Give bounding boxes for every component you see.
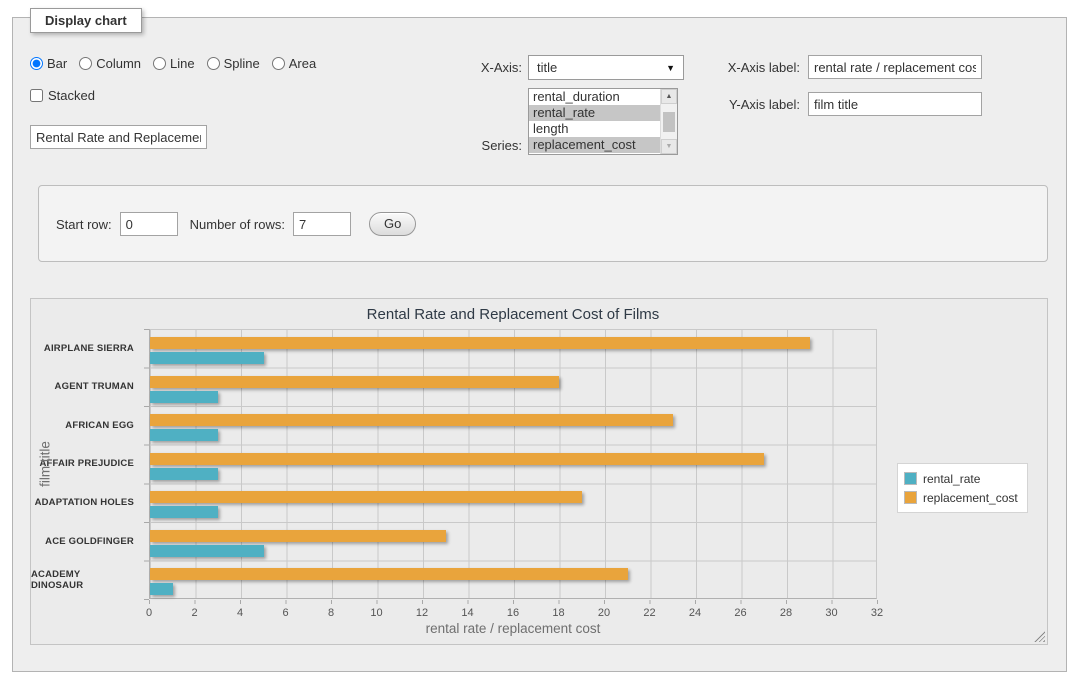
bar-replacement_cost-4[interactable]: [150, 491, 582, 503]
num-rows-label: Number of rows:: [190, 217, 285, 232]
rows-panel: Start row: Number of rows: Go: [38, 185, 1048, 262]
bar-replacement_cost-5[interactable]: [150, 530, 446, 542]
scrollbar-up-icon[interactable]: ▲: [661, 89, 677, 104]
x-tick-label-6: 6: [268, 607, 304, 619]
x-tick-label-28: 28: [768, 607, 804, 619]
series-options: rental_durationrental_ratelengthreplacem…: [529, 89, 660, 153]
bar-rental_rate-5[interactable]: [150, 545, 264, 557]
series-listbox[interactable]: rental_durationrental_ratelengthreplacem…: [528, 88, 678, 155]
rows-panel-inner: Start row: Number of rows: Go: [56, 212, 416, 236]
legend-swatch-replacement_cost: [904, 491, 917, 504]
legend-label-rental_rate: rental_rate: [923, 472, 980, 486]
x-tick-label-26: 26: [723, 607, 759, 619]
chart-container: Rental Rate and Replacement Cost of Film…: [30, 298, 1048, 645]
category-label-5: ACE GOLDFINGER: [31, 522, 142, 561]
radio-column[interactable]: [79, 57, 92, 70]
bar-rental_rate-2[interactable]: [150, 429, 218, 441]
category-label-1: AGENT TRUMAN: [31, 368, 142, 407]
legend-swatch-rental_rate: [904, 472, 917, 485]
chart-type-option-area: Area: [272, 56, 316, 71]
chart-type-option-column: Column: [79, 56, 141, 71]
x-tick-label-8: 8: [313, 607, 349, 619]
scrollbar-down-icon[interactable]: ▼: [661, 139, 677, 154]
bar-rental_rate-6[interactable]: [150, 583, 173, 595]
bar-replacement_cost-3[interactable]: [150, 453, 764, 465]
bar-replacement_cost-6[interactable]: [150, 568, 628, 580]
chevron-down-icon: ▼: [666, 63, 675, 73]
chart-type-option-spline: Spline: [207, 56, 260, 71]
x-tick-label-0: 0: [131, 607, 167, 619]
x-tick-label-16: 16: [495, 607, 531, 619]
radio-label-spline: Spline: [224, 56, 260, 71]
radio-spline[interactable]: [207, 57, 220, 70]
radio-label-line: Line: [170, 56, 195, 71]
x-tick-label-14: 14: [450, 607, 486, 619]
num-rows-input[interactable]: [293, 212, 351, 236]
x-tick-label-22: 22: [632, 607, 668, 619]
radio-label-bar: Bar: [47, 56, 67, 71]
category-label-4: ADAPTATION HOLES: [31, 483, 142, 522]
x-tick-label-18: 18: [541, 607, 577, 619]
x-tick-label-2: 2: [177, 607, 213, 619]
chart-type-option-bar: Bar: [30, 56, 67, 71]
radio-label-area: Area: [289, 56, 316, 71]
stacked-checkbox[interactable]: [30, 89, 43, 102]
x-axis-label-input[interactable]: [808, 55, 982, 79]
chart-title: Rental Rate and Replacement Cost of Film…: [149, 306, 877, 323]
chart-type-radiogroup: Bar Column Line Spline Area: [30, 56, 328, 71]
radio-area[interactable]: [272, 57, 285, 70]
category-label-2: AFRICAN EGG: [31, 406, 142, 445]
y-axis-title: film title: [38, 441, 53, 487]
app-root: Display chart Bar Column Line Spline Area St…: [0, 0, 1081, 681]
radio-bar[interactable]: [30, 57, 43, 70]
x-tick-label-4: 4: [222, 607, 258, 619]
start-row-label: Start row:: [56, 217, 112, 232]
y-axis-label-input[interactable]: [808, 92, 982, 116]
chart-title-input[interactable]: [30, 125, 207, 149]
series-option-rental_rate[interactable]: rental_rate: [529, 105, 660, 121]
legend-label-replacement_cost: replacement_cost: [923, 491, 1018, 505]
chart-type-option-line: Line: [153, 56, 195, 71]
series-label: Series:: [420, 138, 522, 153]
y-axis-label-label: Y-Axis label:: [715, 97, 800, 112]
x-tick-label-32: 32: [859, 607, 895, 619]
start-row-input[interactable]: [120, 212, 178, 236]
x-axis-select-value: title: [537, 60, 666, 75]
radio-label-column: Column: [96, 56, 141, 71]
x-tick-label-20: 20: [586, 607, 622, 619]
bar-replacement_cost-0[interactable]: [150, 337, 810, 349]
category-label-0: AIRPLANE SIERRA: [31, 329, 142, 368]
x-axis-title: rental rate / replacement cost: [149, 621, 877, 636]
bar-rental_rate-1[interactable]: [150, 391, 218, 403]
stacked-label: Stacked: [48, 88, 95, 103]
bar-replacement_cost-2[interactable]: [150, 414, 673, 426]
plot-area: [149, 329, 877, 599]
x-tick-label-30: 30: [814, 607, 850, 619]
radio-line[interactable]: [153, 57, 166, 70]
x-axis-ticks: [149, 600, 878, 604]
panel-legend: Display chart: [30, 8, 142, 33]
legend-item-replacement_cost[interactable]: replacement_cost: [904, 488, 1018, 507]
stacked-row: Stacked: [30, 88, 95, 103]
go-button[interactable]: Go: [369, 212, 416, 236]
x-tick-label-12: 12: [404, 607, 440, 619]
x-axis-select[interactable]: title ▼: [528, 55, 684, 80]
bar-rental_rate-4[interactable]: [150, 506, 218, 518]
series-option-replacement_cost[interactable]: replacement_cost: [529, 137, 660, 153]
bar-rental_rate-0[interactable]: [150, 352, 264, 364]
series-scrollbar[interactable]: ▲ ▼: [660, 89, 677, 154]
legend-item-rental_rate[interactable]: rental_rate: [904, 469, 1018, 488]
x-axis-label-label: X-Axis label:: [715, 60, 800, 75]
legend-box: rental_rate replacement_cost: [897, 463, 1028, 513]
x-axis-select-label: X-Axis:: [420, 60, 522, 75]
series-option-length[interactable]: length: [529, 121, 660, 137]
x-tick-label-10: 10: [359, 607, 395, 619]
series-option-rental_duration[interactable]: rental_duration: [529, 89, 660, 105]
scrollbar-thumb[interactable]: [663, 112, 675, 132]
category-label-6: ACADEMY DINOSAUR: [31, 560, 142, 599]
resize-handle-icon[interactable]: [1034, 631, 1045, 642]
x-tick-label-24: 24: [677, 607, 713, 619]
bar-rental_rate-3[interactable]: [150, 468, 218, 480]
bar-replacement_cost-1[interactable]: [150, 376, 559, 388]
